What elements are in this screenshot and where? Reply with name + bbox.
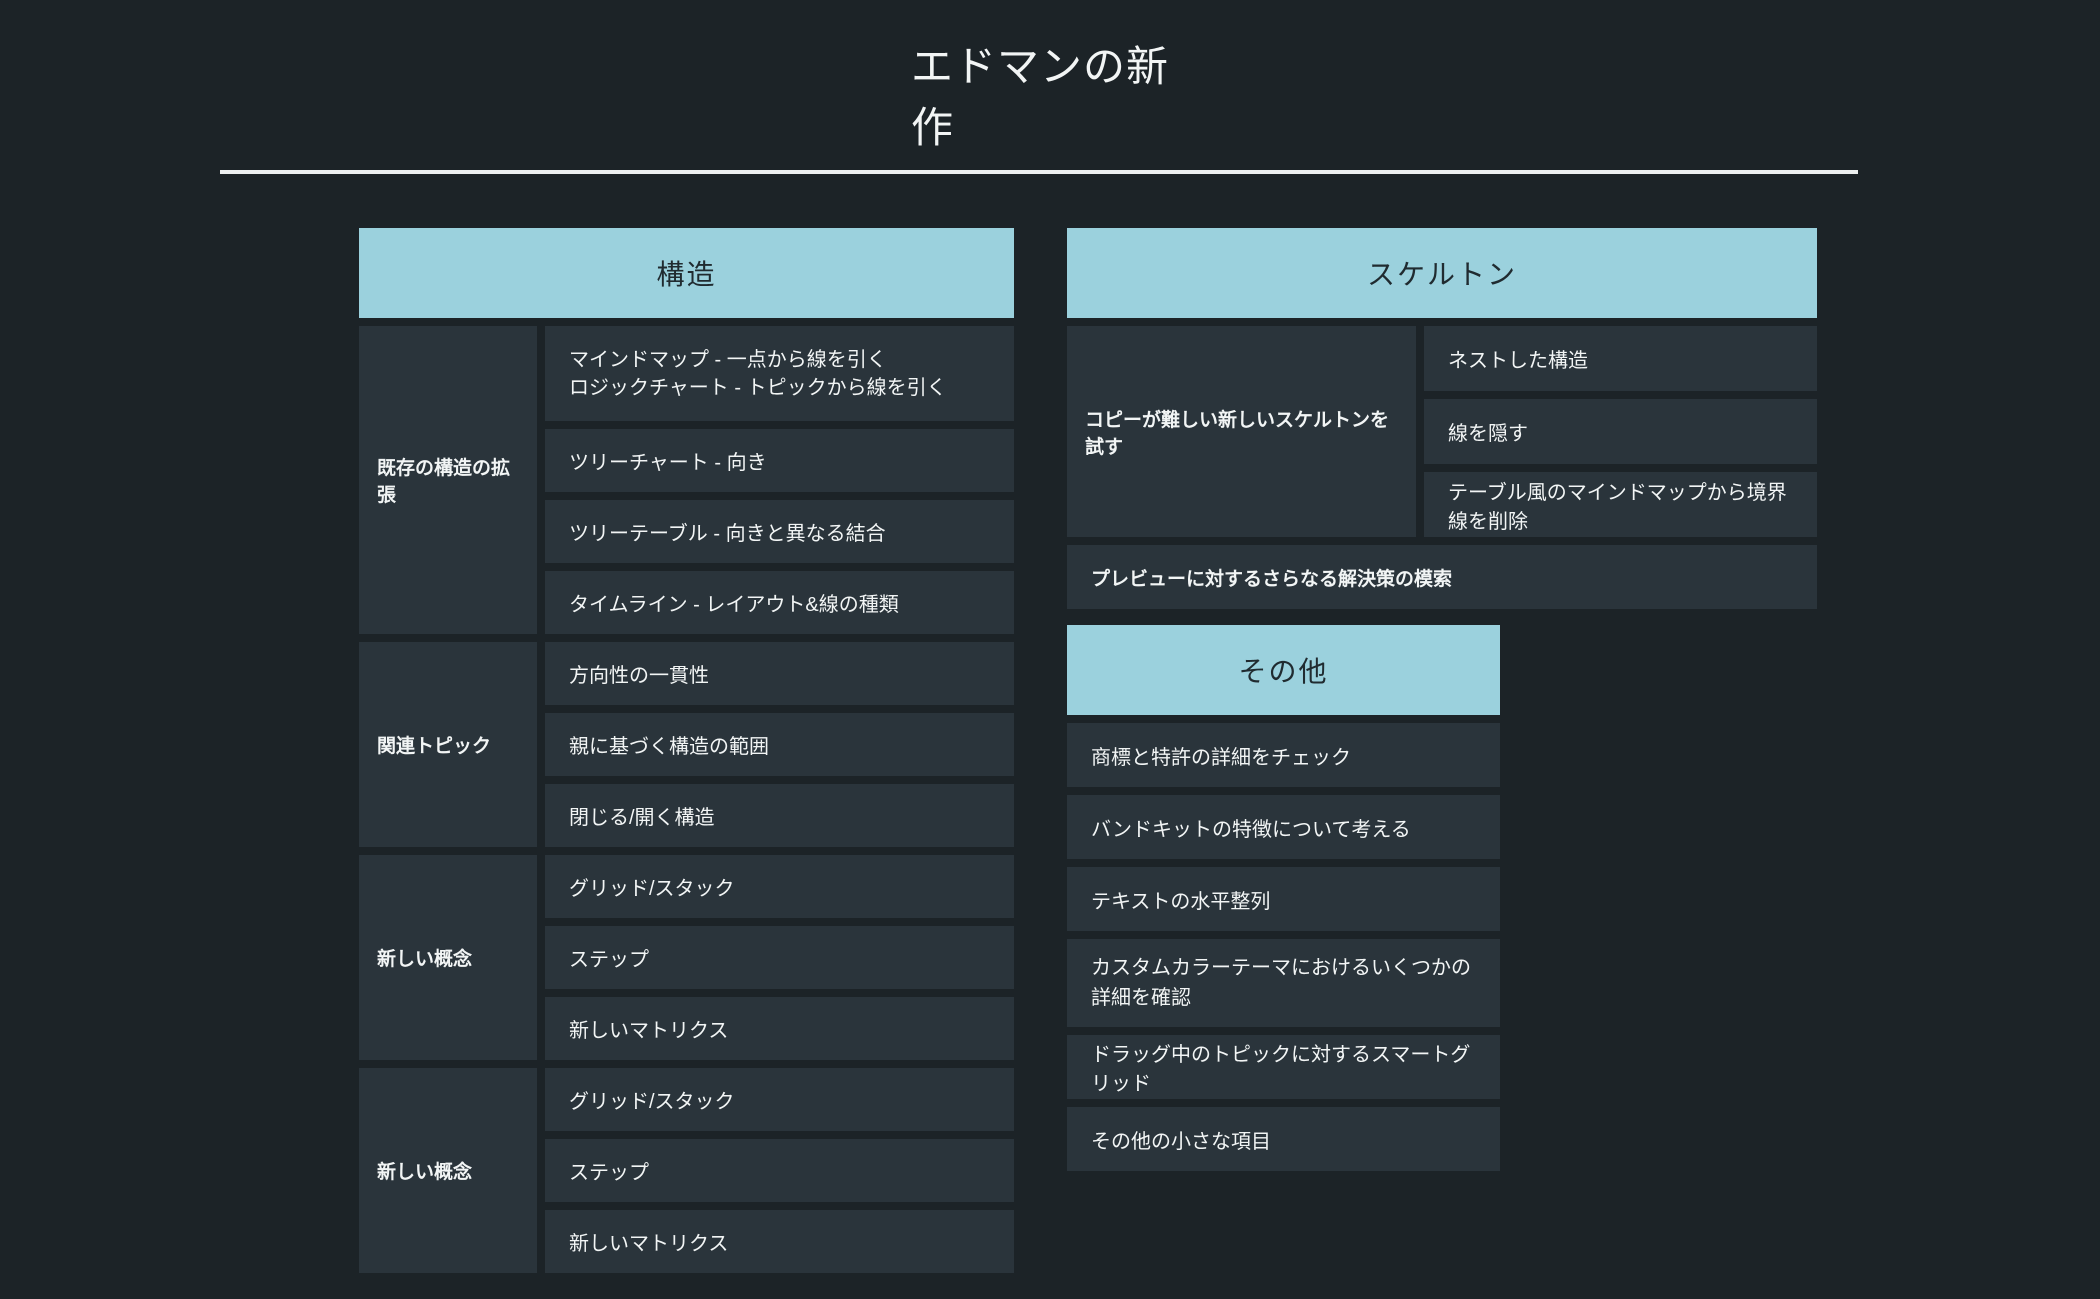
topic-cell[interactable]: ネストした構造 bbox=[1424, 326, 1817, 391]
topic-cell[interactable]: 商標と特許の詳細をチェック bbox=[1067, 723, 1500, 787]
skeleton-rows: ネストした構造 線を隠す テーブル風のマインドマップから境界線を削除 bbox=[1424, 326, 1817, 537]
skeleton-label-cell[interactable]: コピーが難しい新しいスケルトンを試す bbox=[1067, 326, 1416, 537]
topic-group-new-concepts-1: 新しい概念 グリッド/スタック ステップ 新しいマトリクス bbox=[359, 855, 1014, 1060]
topic-cell[interactable]: ドラッグ中のトピックに対するスマートグリッド bbox=[1067, 1035, 1500, 1099]
group-rows: 方向性の一貫性 親に基づく構造の範囲 閉じる/開く構造 bbox=[545, 642, 1014, 847]
others-header-topic[interactable]: その他 bbox=[1067, 625, 1500, 715]
topic-cell[interactable]: ステップ bbox=[545, 926, 1014, 989]
topic-cell[interactable]: 新しいマトリクス bbox=[545, 997, 1014, 1060]
topic-group-related-topics: 関連トピック 方向性の一貫性 親に基づく構造の範囲 閉じる/開く構造 bbox=[359, 642, 1014, 847]
topic-cell[interactable]: 新しいマトリクス bbox=[545, 1210, 1014, 1273]
others-rows: 商標と特許の詳細をチェック バンドキットの特徴について考える テキストの水平整列… bbox=[1067, 723, 1500, 1171]
structure-header-topic[interactable]: 構造 bbox=[359, 228, 1014, 318]
skeleton-table-body: コピーが難しい新しいスケルトンを試す ネストした構造 線を隠す テーブル風のマイ… bbox=[1067, 326, 1817, 537]
topic-group-new-concepts-2: 新しい概念 グリッド/スタック ステップ 新しいマトリクス bbox=[359, 1068, 1014, 1273]
topic-cell[interactable]: ツリーチャート - 向き bbox=[545, 429, 1014, 492]
group-label-cell[interactable]: 関連トピック bbox=[359, 642, 537, 847]
topic-cell[interactable]: タイムライン - レイアウト&線の種類 bbox=[545, 571, 1014, 634]
title-underline bbox=[220, 170, 1858, 174]
topic-cell[interactable]: ツリーテーブル - 向きと異なる結合 bbox=[545, 500, 1014, 563]
topic-cell[interactable]: その他の小さな項目 bbox=[1067, 1107, 1500, 1171]
group-label-cell[interactable]: 新しい概念 bbox=[359, 855, 537, 1060]
group-rows: マインドマップ - 一点から線を引く ロジックチャート - トピックから線を引く… bbox=[545, 326, 1014, 634]
topic-cell[interactable]: グリッド/スタック bbox=[545, 855, 1014, 918]
central-topic-line-1: エドマンの新 bbox=[911, 36, 1169, 97]
group-label-cell[interactable]: 新しい概念 bbox=[359, 1068, 537, 1273]
central-topic-line-2: 作 bbox=[911, 97, 1169, 158]
topic-cell[interactable]: グリッド/スタック bbox=[545, 1068, 1014, 1131]
topic-cell[interactable]: バンドキットの特徴について考える bbox=[1067, 795, 1500, 859]
topic-cell[interactable]: 方向性の一貫性 bbox=[545, 642, 1014, 705]
topic-cell[interactable]: テキストの水平整列 bbox=[1067, 867, 1500, 931]
topic-cell[interactable]: マインドマップ - 一点から線を引く ロジックチャート - トピックから線を引く bbox=[545, 326, 1014, 421]
topic-cell[interactable]: カスタムカラーテーマにおけるいくつかの詳細を確認 bbox=[1067, 939, 1500, 1027]
structure-table: 構造 既存の構造の拡張 マインドマップ - 一点から線を引く ロジックチャート … bbox=[359, 228, 1014, 1273]
topic-cell[interactable]: 親に基づく構造の範囲 bbox=[545, 713, 1014, 776]
skeleton-header-topic[interactable]: スケルトン bbox=[1067, 228, 1817, 318]
topic-cell[interactable]: テーブル風のマインドマップから境界線を削除 bbox=[1424, 472, 1817, 537]
topic-group-existing-structures: 既存の構造の拡張 マインドマップ - 一点から線を引く ロジックチャート - ト… bbox=[359, 326, 1014, 634]
skeleton-footer-cell[interactable]: プレビューに対するさらなる解決策の模索 bbox=[1067, 545, 1817, 609]
structure-table-body: 既存の構造の拡張 マインドマップ - 一点から線を引く ロジックチャート - ト… bbox=[359, 326, 1014, 1273]
topic-cell[interactable]: ステップ bbox=[545, 1139, 1014, 1202]
topic-cell[interactable]: 線を隠す bbox=[1424, 399, 1817, 464]
mindmap-canvas: エドマンの新 作 構造 既存の構造の拡張 マインドマップ - 一点から線を引く … bbox=[0, 0, 2100, 1299]
group-label-cell[interactable]: 既存の構造の拡張 bbox=[359, 326, 537, 634]
skeleton-table: スケルトン コピーが難しい新しいスケルトンを試す ネストした構造 線を隠す テー… bbox=[1067, 228, 1817, 609]
topic-cell[interactable]: 閉じる/開く構造 bbox=[545, 784, 1014, 847]
group-rows: グリッド/スタック ステップ 新しいマトリクス bbox=[545, 855, 1014, 1060]
central-topic[interactable]: エドマンの新 作 bbox=[911, 36, 1169, 158]
group-rows: グリッド/スタック ステップ 新しいマトリクス bbox=[545, 1068, 1014, 1273]
others-table: その他 商標と特許の詳細をチェック バンドキットの特徴について考える テキストの… bbox=[1067, 625, 1500, 1171]
